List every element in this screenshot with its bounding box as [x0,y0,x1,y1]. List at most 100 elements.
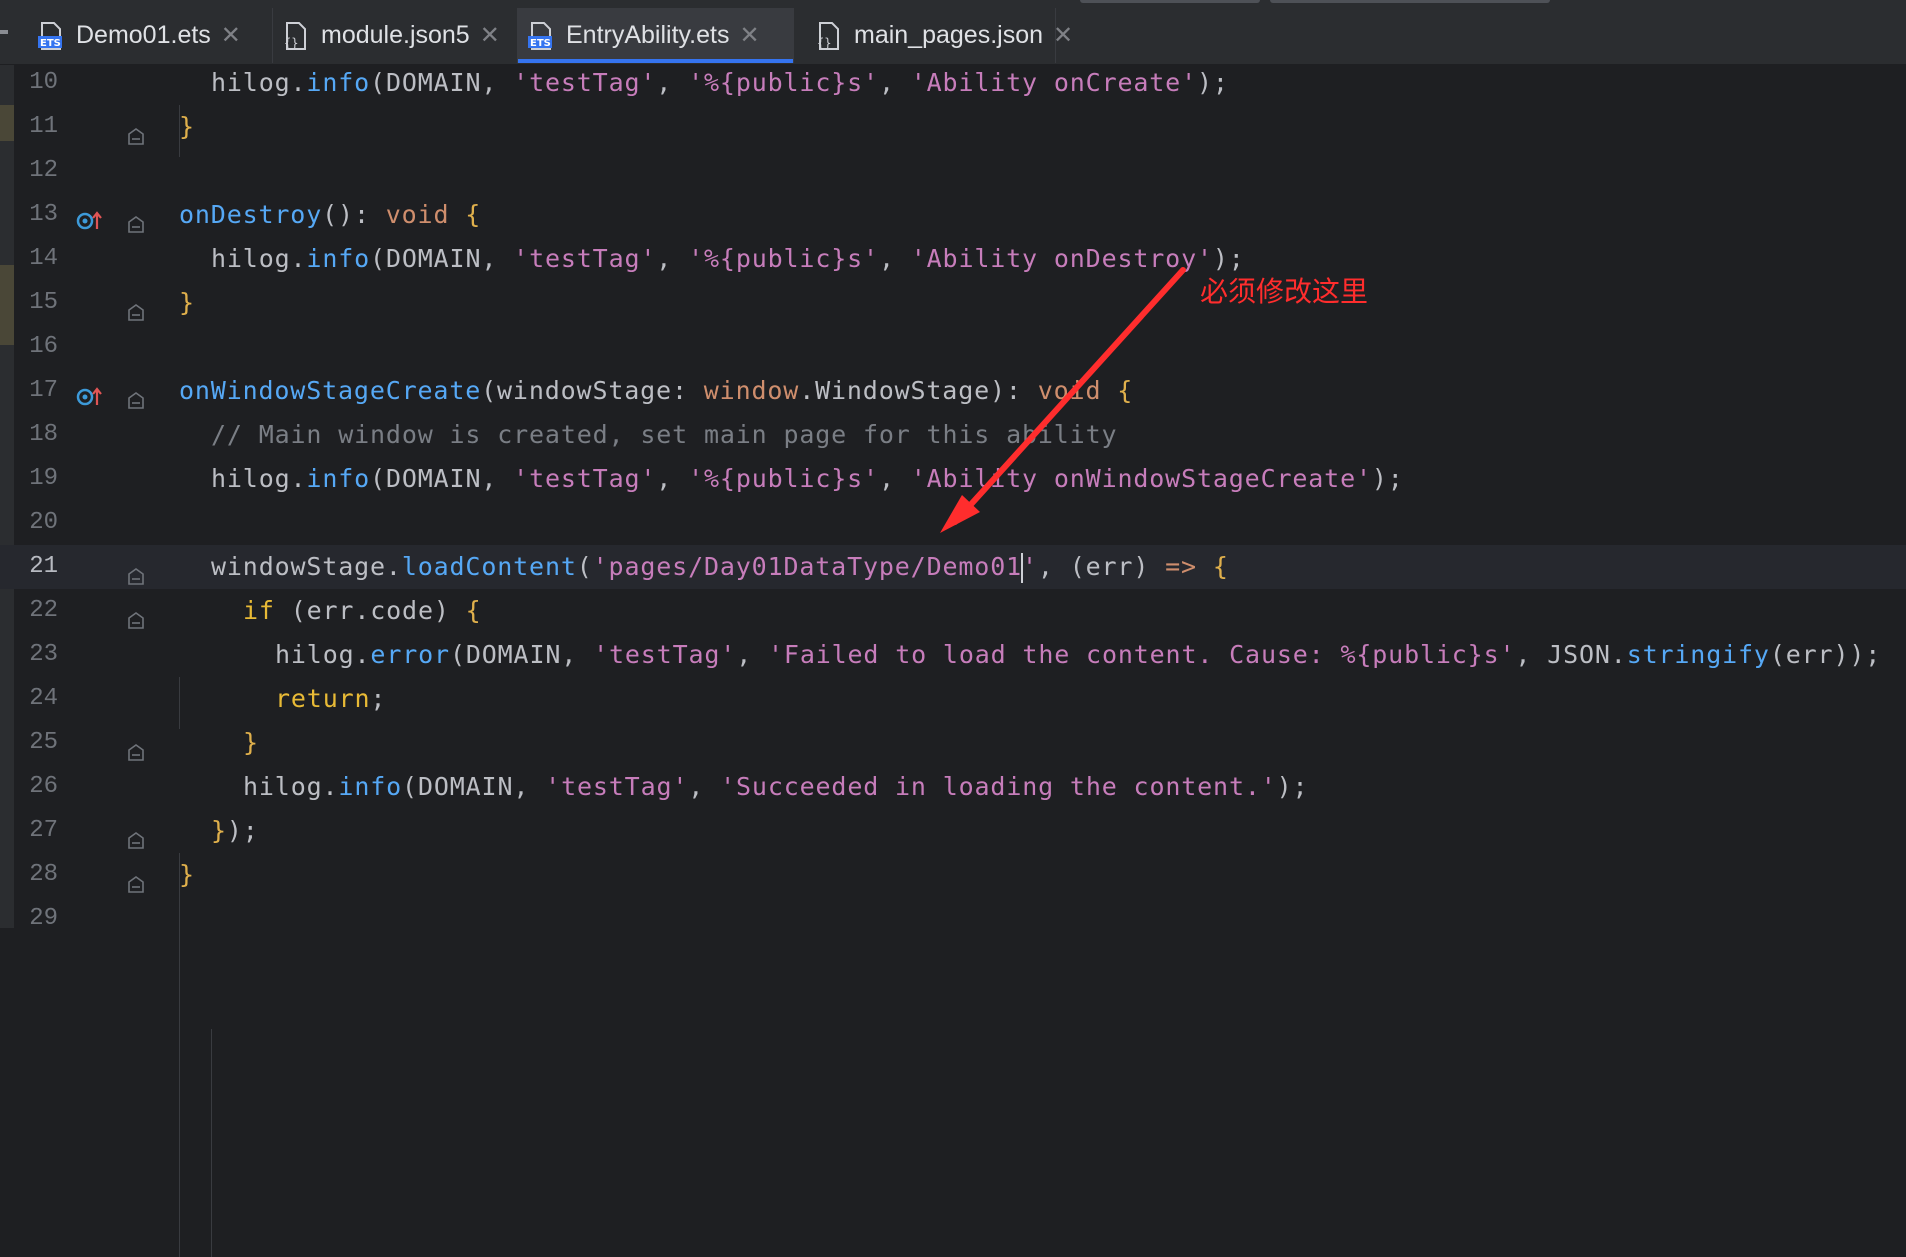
code-editor[interactable]: 10 hilog.info(DOMAIN, 'testTag', '%{publi… [0,65,1906,1257]
code-line[interactable]: 26 hilog.info(DOMAIN, 'testTag', 'Succeed… [0,765,1906,809]
code-token: ); [1371,464,1404,493]
code-token: => [1165,552,1197,581]
code-line[interactable]: 13 onDestroy(): void { [0,193,1906,237]
code-token: return [275,684,371,713]
code-token: DOMAIN [385,244,482,273]
scrollbar-track-top [1080,0,1260,3]
close-icon[interactable]: ✕ [1053,21,1073,50]
code-token: ) [1133,552,1166,581]
code-token: . [290,464,307,493]
code-token: () [322,200,354,229]
code-token: 'testTag' [593,640,737,669]
line-number: 21 [29,553,58,580]
annotation-text: 必须修改这里 [1200,275,1369,308]
code-token: , [878,244,911,273]
code-token: , [878,464,911,493]
line-number: 26 [29,773,58,800]
line-number: 17 [29,377,58,404]
line-number: 22 [29,597,58,624]
code-text: } [179,281,195,325]
code-line[interactable]: 24 return; [0,677,1906,721]
code-line[interactable]: 16 [0,325,1906,369]
code-token: ( [402,772,418,801]
code-token: . [354,596,371,625]
tab-demo01-ets[interactable]: ETS Demo01.ets ✕ [28,8,273,63]
line-number: 10 [29,69,58,96]
code-line[interactable]: 12 [0,149,1906,193]
line-number: 29 [29,905,58,932]
code-token: info [338,772,403,801]
indent-guide [211,1029,212,1257]
code-token: ' [1022,552,1038,581]
code-line[interactable]: 27}); [0,809,1906,853]
code-token: 'testTag' [545,772,689,801]
code-line[interactable]: 11} [0,105,1906,149]
code-text: }); [211,809,259,853]
svg-text:ETS: ETS [40,38,61,49]
line-number: 27 [29,817,58,844]
tab-main-pages-json[interactable]: {} main_pages.json ✕ [806,8,1073,63]
json-config-file-icon: {} [814,21,844,51]
code-token: void [1037,376,1102,405]
code-token: , [688,772,721,801]
code-line[interactable]: 18 // Main window is created, set main pa… [0,413,1906,457]
code-line[interactable]: 14 hilog.info(DOMAIN, 'testTag', '%{publi… [0,237,1906,281]
code-token: 'Failed to load the content. Cause: %{pu… [768,640,1516,669]
code-line[interactable]: 10 hilog.info(DOMAIN, 'testTag', '%{publi… [0,61,1906,105]
tab-module-json5[interactable]: {} module.json5 ✕ [273,8,518,63]
close-icon[interactable]: ✕ [480,21,500,50]
code-token: ; [370,684,387,713]
code-line[interactable]: 25} [0,721,1906,765]
tab-label: module.json5 [321,21,470,49]
code-token: 'pages/Day01DataType/Demo01 [592,552,1022,581]
code-token: { [1117,376,1134,405]
code-line[interactable]: 29 [0,897,1906,941]
code-token: DOMAIN [385,68,482,97]
code-line[interactable]: 22 if (err.code) { [0,589,1906,633]
code-token: , [656,464,689,493]
indent-guide [179,105,180,157]
code-token: , [1037,552,1070,581]
code-token: info [306,68,371,97]
code-text: if (err.code) { [243,589,482,633]
tab-entryability-ets[interactable]: ETS EntryAbility.ets ✕ [518,8,794,63]
line-number: 23 [29,641,58,668]
close-icon[interactable]: ✕ [221,21,241,50]
code-token: onDestroy [179,200,323,229]
line-number: 15 [29,289,58,316]
line-number: 20 [29,509,58,536]
code-token: 'Ability onWindowStageCreate' [910,464,1372,493]
code-token: } [211,816,227,845]
code-token: ( [370,68,386,97]
code-line[interactable]: 23 hilog.error(DOMAIN, 'testTag', 'Failed… [0,633,1906,677]
code-token: error [370,640,450,669]
code-line[interactable]: 20 [0,501,1906,545]
code-token: , [656,68,689,97]
code-line[interactable]: 28} [0,853,1906,897]
code-token: { [1212,552,1229,581]
close-icon[interactable]: ✕ [739,21,759,50]
code-token: DOMAIN [417,772,514,801]
code-token: windowStage [497,376,672,405]
tab-label: main_pages.json [854,21,1044,49]
code-text: hilog.info(DOMAIN, 'testTag', '%{public}… [211,61,1229,105]
code-token: ( [481,376,498,405]
code-token: info [306,464,371,493]
line-number: 14 [29,245,58,272]
line-number: 12 [29,157,58,184]
code-token: 'testTag' [513,244,657,273]
code-line[interactable]: 17 onWindowStageCreate(windowStage: windo… [0,369,1906,413]
code-token: if [243,596,275,625]
code-token: stringify [1626,640,1770,669]
code-text: onWindowStageCreate(windowStage: window.… [179,369,1133,413]
code-text: return; [275,677,386,721]
code-line[interactable]: 19 hilog.info(DOMAIN, 'testTag', '%{publi… [0,457,1906,501]
code-token: ); [1212,244,1245,273]
code-line[interactable]: 15} [0,281,1906,325]
code-token: WindowStage [815,376,991,405]
code-token: code [370,596,434,625]
code-text: } [179,105,195,149]
code-line[interactable]: 21 windowStage.loadContent('pages/Day01Da… [0,545,1906,589]
